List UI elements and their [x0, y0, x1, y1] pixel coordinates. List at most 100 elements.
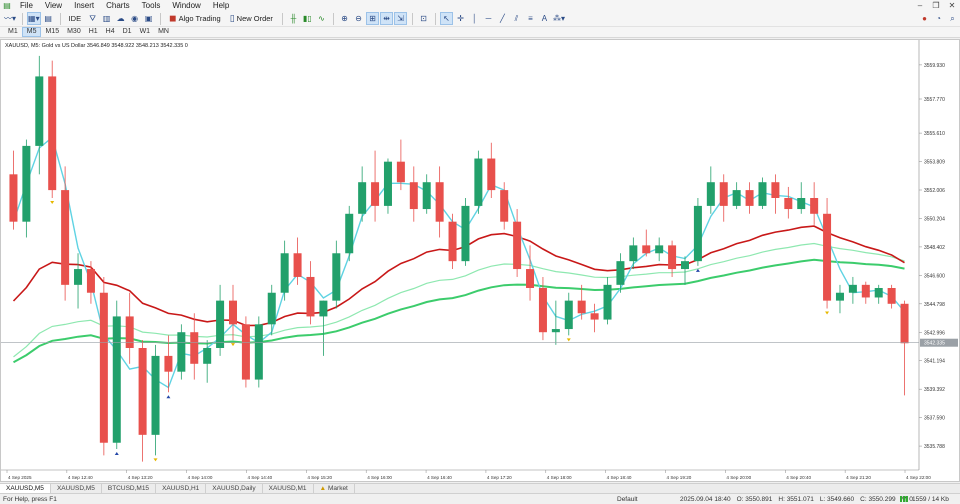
bull-candle: [461, 205, 470, 262]
chart-type-icon[interactable]: 〰▾: [3, 12, 17, 25]
search-icon[interactable]: ⌕: [946, 12, 959, 25]
timeframe-w1[interactable]: W1: [136, 27, 155, 37]
new-order-button[interactable]: ▯ New Order: [226, 12, 277, 25]
timeframe-h1[interactable]: H1: [85, 27, 102, 37]
bear-candle: [48, 76, 57, 191]
time-tick-label: 4 Sep 12:40: [68, 475, 93, 480]
price-tick-label: 3550.204: [924, 216, 945, 222]
trendline-icon[interactable]: ╱: [496, 12, 509, 25]
vertical-line-icon[interactable]: │: [468, 12, 481, 25]
menu-charts[interactable]: Charts: [100, 0, 136, 11]
bull-candle: [332, 253, 341, 301]
toolbar-divider: [22, 12, 24, 25]
bar-chart-icon[interactable]: ╫: [287, 12, 300, 25]
menu-insert[interactable]: Insert: [68, 0, 100, 11]
bull-candle: [797, 198, 806, 210]
bear-candle: [513, 221, 522, 270]
account-icon[interactable]: ◔: [932, 12, 945, 25]
bear-candle: [164, 355, 173, 372]
zoom-in-icon[interactable]: ⊕: [338, 12, 351, 25]
tab-chart-6[interactable]: XAUUSD,M1: [263, 484, 314, 493]
ide-button[interactable]: IDE: [65, 12, 86, 25]
chart-window[interactable]: 3559.930 3557.770 3555.610 3553.809 3552.006…: [0, 39, 960, 482]
bull-candle: [758, 182, 767, 206]
toolbar-divider: [59, 12, 61, 25]
bear-candle: [810, 198, 819, 214]
status-open: O: 3550.891: [736, 495, 773, 503]
menu-file[interactable]: File: [14, 0, 39, 11]
time-tick-label: 4 Sep 15:20: [307, 475, 332, 480]
grid-icon[interactable]: ⊞: [365, 12, 379, 25]
tab-market[interactable]: ▲ Market: [314, 484, 355, 493]
minimize-icon[interactable]: –: [912, 1, 928, 10]
new-chart-icon[interactable]: ▦▾: [27, 12, 41, 25]
bull-candle: [603, 284, 612, 320]
timeframe-m30[interactable]: M30: [63, 27, 85, 37]
timeframe-d1[interactable]: D1: [119, 27, 136, 37]
bull-candle: [680, 261, 690, 270]
indicators-icon[interactable]: ⊡: [417, 12, 430, 25]
alert-icon[interactable]: ●: [918, 12, 931, 25]
menu-help[interactable]: Help: [207, 0, 235, 11]
line-chart-icon[interactable]: ∿: [315, 12, 328, 25]
tab-chart-2[interactable]: XAUUSD,M5: [51, 484, 102, 493]
cursor-icon[interactable]: ↖: [439, 12, 453, 25]
bull-candle: [706, 182, 715, 206]
menu-view[interactable]: View: [39, 0, 68, 11]
market-watch-icon[interactable]: ▥: [100, 12, 113, 25]
tab-chart-3[interactable]: BTCUSD,M15: [102, 484, 157, 493]
current-price-label: 3542.335: [924, 341, 945, 347]
profiles-icon[interactable]: ▤: [42, 12, 55, 25]
shapes-icon[interactable]: ⁂▾: [552, 12, 566, 25]
restore-icon[interactable]: ❐: [928, 1, 944, 10]
bear-candle: [241, 324, 250, 380]
bear-candle: [823, 213, 832, 301]
horizontal-line-icon[interactable]: ─: [482, 12, 495, 25]
toolbar-divider: [411, 12, 413, 25]
price-tick-label: 3544.798: [924, 302, 945, 308]
candlestick-icon[interactable]: ▮▯: [301, 12, 314, 25]
close-icon[interactable]: ✕: [944, 1, 960, 10]
bear-candle: [99, 292, 108, 443]
text-tool-icon[interactable]: A: [538, 12, 551, 25]
price-chart[interactable]: 3559.930 3557.770 3555.610 3553.809 3552.006…: [1, 40, 959, 481]
virtual-hosting-icon[interactable]: ▣: [142, 12, 155, 25]
menu-bar: ▤ File View Insert Charts Tools Window H…: [0, 0, 960, 11]
chart-shift-icon[interactable]: ⇲: [393, 12, 407, 25]
timeframe-mn[interactable]: MN: [154, 27, 173, 37]
bull-candle: [177, 332, 186, 372]
crosshair-icon[interactable]: ✛: [454, 12, 467, 25]
tab-chart-1[interactable]: XAUUSD,M5: [0, 484, 51, 493]
fibonacci-icon[interactable]: ≡: [524, 12, 537, 25]
price-tick-label: 3541.194: [924, 359, 945, 365]
ma-green-line: [13, 258, 905, 364]
bull-candle: [22, 145, 31, 222]
price-tick-label: 3555.610: [924, 131, 945, 137]
timeframe-m15[interactable]: M15: [41, 27, 63, 37]
signals-icon[interactable]: ◉: [128, 12, 141, 25]
timeframe-m5[interactable]: M5: [21, 27, 42, 37]
algo-trading-button[interactable]: ◼ Algo Trading: [165, 12, 225, 25]
bear-candle: [784, 198, 793, 210]
cloud-icon[interactable]: ☁: [114, 12, 127, 25]
window-controls: – ❐ ✕: [912, 1, 960, 10]
status-high: H: 3551.071: [778, 495, 814, 503]
strategy-tester-icon[interactable]: ⛛: [86, 12, 99, 25]
menu-window[interactable]: Window: [166, 0, 206, 11]
equidistant-channel-icon[interactable]: ⫽: [510, 12, 523, 25]
menu-tools[interactable]: Tools: [136, 0, 167, 11]
timeframe-m1[interactable]: M1: [4, 27, 22, 37]
autoscroll-icon[interactable]: ⇹: [379, 12, 393, 25]
timeframe-h4[interactable]: H4: [102, 27, 119, 37]
zoom-out-icon[interactable]: ⊖: [352, 12, 365, 25]
tab-chart-5[interactable]: XAUUSD,Daily: [206, 484, 263, 493]
bear-candle: [371, 182, 380, 206]
status-close: C: 3550.299: [860, 495, 896, 503]
tab-chart-4[interactable]: XAUUSD,H1: [156, 484, 207, 493]
connection-status[interactable]: 1559 / 14 Kb: [900, 496, 949, 503]
toolbar-divider: [434, 12, 436, 25]
ma-red-line: [12, 225, 905, 327]
algo-trading-icon: ◼: [169, 13, 177, 23]
bull-candle: [267, 292, 276, 325]
new-order-icon: ▯: [229, 13, 235, 23]
